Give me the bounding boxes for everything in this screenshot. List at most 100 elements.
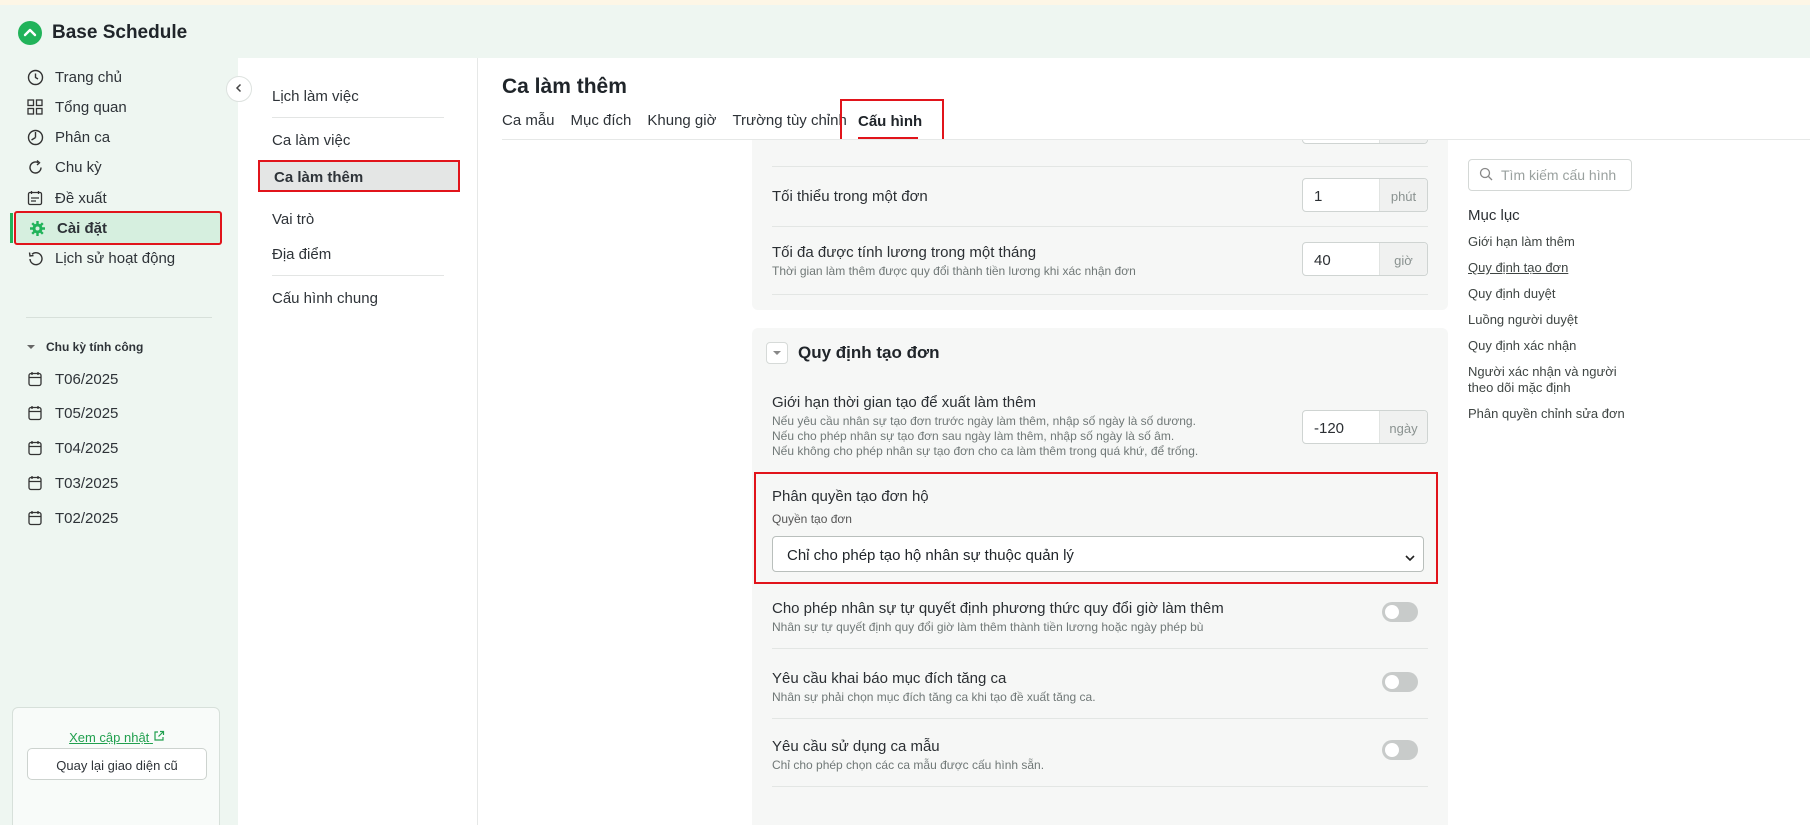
sidebar-item-label: Phân ca	[55, 128, 111, 146]
clock-half-icon	[26, 128, 44, 146]
period-label: T03/2025	[55, 474, 119, 492]
time-limit-value: -120	[1314, 420, 1345, 437]
limits-card: Tối thiểu trong một đơn 1 phút Tối đa đư…	[752, 140, 1448, 310]
calendar-icon	[26, 370, 44, 388]
update-panel: Xem cập nhật Quay lại giao diện cũ	[12, 707, 220, 825]
previous-number-input[interactable]	[1302, 140, 1428, 144]
page-title: Ca làm thêm	[502, 75, 627, 98]
period-label: T05/2025	[55, 404, 119, 422]
period-item[interactable]: T02/2025	[14, 501, 222, 535]
collapse-section-button[interactable]	[766, 342, 788, 364]
creation-rules-card: Quy định tạo đơn Giới hạn thời gian tạo …	[752, 328, 1448, 825]
creation-rules-title: Quy định tạo đơn	[798, 343, 940, 362]
sidebar-item-cycles[interactable]: Chu kỳ	[14, 150, 222, 184]
subnav-item-locations[interactable]: Địa điểm	[272, 246, 331, 263]
old-ui-button[interactable]: Quay lại giao diện cũ	[27, 748, 207, 780]
row-divider	[772, 166, 1428, 167]
refresh-icon	[26, 158, 44, 176]
toc-item[interactable]: Luồng người duyệt	[1468, 312, 1638, 328]
update-link-label: Xem cập nhật	[69, 730, 150, 745]
max-paid-month-unit: giờ	[1379, 243, 1427, 275]
period-item[interactable]: T05/2025	[14, 396, 222, 430]
toc-title: Mục lục	[1468, 207, 1520, 224]
subnav-divider	[272, 117, 444, 118]
tab-purposes[interactable]: Mục đích	[571, 112, 632, 129]
tab-custom-fields[interactable]: Trường tùy chỉnh	[732, 112, 846, 129]
sidebar-item-overview[interactable]: Tổng quan	[14, 90, 222, 124]
external-link-icon	[153, 730, 165, 745]
sidebar-item-settings[interactable]: Cài đặt	[10, 211, 222, 245]
purpose-required-toggle[interactable]	[1382, 672, 1418, 692]
time-limit-label: Giới hạn thời gian tạo để xuất làm thêm	[772, 394, 1036, 411]
toc-item[interactable]: Người xác nhận và người theo dõi mặc địn…	[1468, 364, 1632, 396]
toc-item[interactable]: Quy định xác nhận	[1468, 338, 1638, 354]
calendar-note-icon	[26, 189, 44, 207]
sidebar-item-label: Lịch sử hoạt động	[55, 249, 176, 267]
toggle-row-label: Yêu cầu sử dụng ca mẫu	[772, 738, 940, 755]
tab-time-frames[interactable]: Khung giờ	[647, 112, 716, 129]
search-icon	[1479, 167, 1493, 184]
subnav-item-shifts[interactable]: Ca làm việc	[272, 132, 350, 149]
search-placeholder: Tìm kiếm cấu hình	[1501, 167, 1617, 183]
cycle-section-title: Chu kỳ tính công	[46, 340, 144, 354]
period-label: T06/2025	[55, 370, 119, 388]
history-icon	[26, 249, 44, 267]
grid-icon	[26, 98, 44, 116]
template-required-toggle[interactable]	[1382, 740, 1418, 760]
subnav-item-overtime[interactable]: Ca làm thêm	[258, 160, 460, 192]
proxy-permission-label: Phân quyền tạo đơn hộ	[772, 488, 929, 505]
row-divider	[772, 294, 1428, 295]
toc-item-current[interactable]: Quy định tạo đơn	[1468, 260, 1638, 276]
row-divider	[772, 648, 1428, 649]
max-paid-month-input[interactable]: 40 giờ	[1302, 242, 1428, 276]
time-limit-desc-3: Nếu không cho phép nhân sự tạo đơn cho c…	[772, 444, 1199, 458]
chevron-down-icon	[1405, 549, 1415, 566]
app-header: Base Schedule	[18, 20, 187, 46]
config-search-input[interactable]: Tìm kiếm cấu hình	[1468, 159, 1632, 191]
toc-item[interactable]: Giới hạn làm thêm	[1468, 234, 1638, 250]
gear-icon	[28, 219, 46, 237]
period-label: T04/2025	[55, 439, 119, 457]
min-per-request-value: 1	[1314, 188, 1323, 205]
tab-configuration-label: Cấu hình	[858, 113, 923, 130]
time-limit-input[interactable]: -120 ngày	[1302, 410, 1428, 444]
caret-down-icon	[26, 340, 36, 354]
sidebar-item-label: Chu kỳ	[55, 158, 102, 176]
tab-templates[interactable]: Ca mẫu	[502, 112, 555, 129]
toc-item[interactable]: Quy định duyệt	[1468, 286, 1638, 302]
app-logo-icon	[18, 21, 42, 45]
period-item[interactable]: T06/2025	[14, 362, 222, 396]
period-item[interactable]: T04/2025	[14, 431, 222, 465]
chevron-down-icon	[772, 344, 782, 362]
row-divider	[772, 786, 1428, 787]
proxy-permission-select[interactable]: Chỉ cho phép tạo hộ nhân sự thuộc quản l…	[772, 536, 1424, 572]
toc-item[interactable]: Phân quyền chỉnh sửa đơn	[1468, 406, 1638, 422]
tab-configuration[interactable]: Cấu hình	[840, 99, 944, 141]
min-per-request-input[interactable]: 1 phút	[1302, 178, 1428, 212]
sidebar-item-proposals[interactable]: Đề xuất	[14, 181, 222, 215]
app-title: Base Schedule	[52, 22, 188, 43]
top-strip	[0, 0, 1810, 5]
subnav-item-general[interactable]: Cấu hình chung	[272, 290, 378, 307]
update-link[interactable]: Xem cập nhật	[13, 730, 221, 745]
tab-bar: Ca mẫu Mục đích Khung giờ Trường tùy chỉ…	[502, 112, 847, 129]
calendar-icon	[26, 439, 44, 457]
conversion-choice-toggle[interactable]	[1382, 602, 1418, 622]
sidebar-item-label: Cài đặt	[57, 219, 108, 237]
sidebar-item-label: Tổng quan	[55, 98, 127, 116]
row-divider	[772, 718, 1428, 719]
cycle-section-header[interactable]: Chu kỳ tính công	[26, 340, 143, 354]
sidebar-item-history[interactable]: Lịch sử hoạt động	[14, 241, 222, 275]
collapse-sidebar-button[interactable]	[226, 76, 252, 102]
subnav-item-roles[interactable]: Vai trò	[272, 211, 314, 228]
toggle-row-label: Cho phép nhân sự tự quyết định phương th…	[772, 600, 1224, 617]
min-per-request-unit: phút	[1379, 179, 1427, 211]
toggle-row-desc: Nhân sự phải chọn mục đích tăng ca khi t…	[772, 690, 1096, 704]
subnav-item-schedule[interactable]: Lịch làm việc	[272, 88, 359, 105]
sidebar-item-home[interactable]: Trang chủ	[14, 60, 222, 94]
proxy-permission-field-label: Quyền tạo đơn	[772, 512, 852, 526]
sidebar-item-shifts[interactable]: Phân ca	[14, 120, 222, 154]
period-item[interactable]: T03/2025	[14, 466, 222, 500]
row-divider	[772, 226, 1428, 227]
calendar-icon	[26, 509, 44, 527]
